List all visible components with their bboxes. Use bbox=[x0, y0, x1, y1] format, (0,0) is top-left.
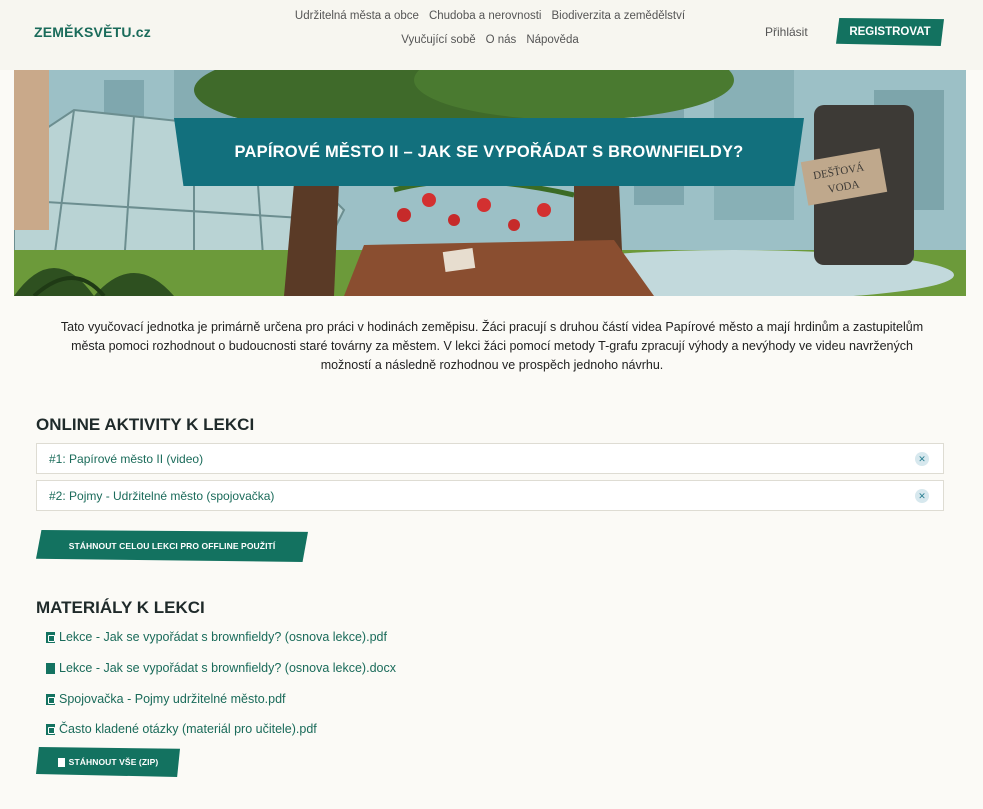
activity-label: #2: Pojmy - Udržitelné město (spojovačka… bbox=[49, 488, 275, 503]
hero-title-banner: PAPÍROVÉ MĚSTO II – JAK SE VYPOŘÁDAT S B… bbox=[174, 118, 804, 186]
nav-napoveda[interactable]: Nápověda bbox=[526, 34, 578, 46]
online-activities-title: ONLINE AKTIVITY K LEKCI bbox=[36, 415, 255, 434]
material-link[interactable]: Spojovačka - Pojmy udržitelné město.pdf bbox=[46, 692, 286, 706]
material-label: Spojovačka - Pojmy udržitelné město.pdf bbox=[59, 692, 286, 706]
material-label: Často kladené otázky (materiál pro učite… bbox=[59, 722, 317, 736]
nav-biodiverzita[interactable]: Biodiverzita a zemědělství bbox=[551, 10, 685, 22]
material-label: Lekce - Jak se vypořádat s brownfieldy? … bbox=[59, 630, 387, 644]
material-link[interactable]: Lekce - Jak se vypořádat s brownfieldy? … bbox=[46, 630, 387, 644]
expand-icon[interactable]: ✕ bbox=[915, 452, 929, 466]
pdf-icon bbox=[46, 693, 55, 705]
nav-udrzitelna-mesta[interactable]: Udržitelná města a obce bbox=[295, 10, 419, 22]
page-title: PAPÍROVÉ MĚSTO II – JAK SE VYPOŘÁDAT S B… bbox=[234, 142, 744, 161]
nav-vyucujici-sobe[interactable]: Vyučující sobě bbox=[401, 34, 475, 46]
zip-icon bbox=[57, 757, 65, 767]
site-logo[interactable]: ZEMĚKSVĚTU.cz bbox=[34, 24, 151, 40]
register-button[interactable]: REGISTROVAT bbox=[836, 18, 944, 46]
expand-icon[interactable]: ✕ bbox=[915, 489, 929, 503]
nav-o-nas[interactable]: O nás bbox=[486, 34, 517, 46]
material-label: Lekce - Jak se vypořádat s brownfieldy? … bbox=[59, 661, 396, 675]
login-link[interactable]: Přihlásit bbox=[765, 25, 808, 39]
lesson-intro: Tato vyučovací jednotka je primárně urče… bbox=[60, 320, 924, 372]
hero-banner: DEŠŤOVÁ VODA PAPÍROVÉ MĚSTO II – JAK SE … bbox=[14, 70, 966, 296]
material-link[interactable]: Lekce - Jak se vypořádat s brownfieldy? … bbox=[46, 661, 396, 675]
download-zip-button[interactable]: STÁHNOUT VŠE (ZIP) bbox=[36, 747, 180, 777]
doc-icon bbox=[46, 662, 55, 674]
pdf-icon bbox=[46, 723, 55, 735]
materials-title: MATERIÁLY K LEKCI bbox=[36, 598, 205, 617]
activity-item[interactable]: #1: Papírové město II (video) ✕ bbox=[36, 443, 944, 474]
pdf-icon bbox=[46, 631, 55, 643]
site-header: ZEMĚKSVĚTU.cz Udržitelná města a obce Ch… bbox=[0, 0, 983, 70]
download-offline-button[interactable]: STÁHNOUT CELOU LEKCI PRO OFFLINE POUŽITÍ bbox=[36, 530, 308, 562]
activity-label: #1: Papírové město II (video) bbox=[49, 451, 204, 466]
activity-item[interactable]: #2: Pojmy - Udržitelné město (spojovačka… bbox=[36, 480, 944, 511]
nav-chudoba[interactable]: Chudoba a nerovnosti bbox=[429, 10, 542, 22]
main-nav: Udržitelná města a obce Chudoba a nerovn… bbox=[250, 10, 730, 46]
zip-button-label: STÁHNOUT VŠE (ZIP) bbox=[68, 757, 159, 767]
material-link[interactable]: Často kladené otázky (materiál pro učite… bbox=[46, 722, 317, 736]
